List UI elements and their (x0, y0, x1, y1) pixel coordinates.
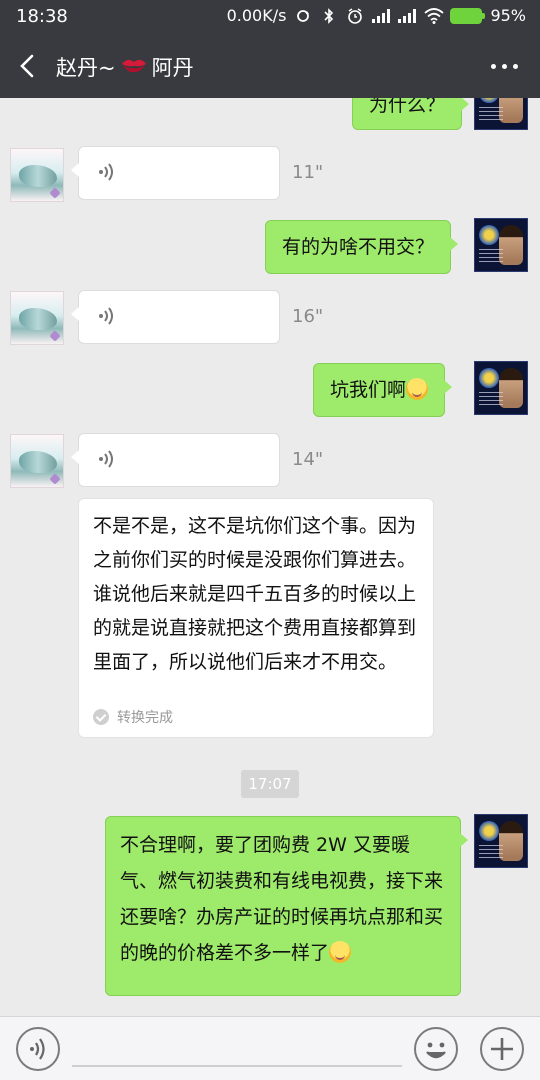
signal-icon (398, 8, 417, 23)
kiss-mark-emoji (120, 55, 148, 80)
message-text: 为什么？ (369, 98, 446, 116)
message-text: 坑我们啊 (330, 379, 407, 401)
message-text: 有的为啥不用交？ (282, 236, 435, 258)
self-avatar[interactable] (474, 361, 528, 415)
laugh-tears-emoji (406, 378, 429, 400)
sent-message[interactable]: 不合理啊，要了团购费 2W 又要暖气、燃气初装费和有线电视费，接下来还要啥？办房… (105, 816, 468, 996)
self-avatar[interactable] (474, 98, 528, 130)
sent-message[interactable]: 坑我们啊 (313, 363, 453, 417)
self-avatar[interactable] (474, 218, 528, 272)
voice-wave-icon (99, 163, 113, 181)
chat-header: 赵丹~ 阿丹 (0, 34, 540, 98)
transcript-status: 转换完成 (93, 707, 173, 727)
network-speed: 0.00K/s (226, 6, 287, 25)
contact-avatar[interactable] (10, 148, 64, 202)
self-avatar[interactable] (474, 814, 528, 868)
signal-icon (372, 8, 391, 23)
bluetooth-icon (320, 7, 338, 24)
voice-wave-icon (99, 450, 113, 468)
message-text: 不合理啊，要了团购费 2W 又要暖气、燃气初装费和有线电视费，接下来还要啥？办房… (120, 834, 444, 964)
check-icon (93, 709, 109, 725)
chevron-left-icon[interactable] (14, 52, 42, 80)
voice-input-icon[interactable] (16, 1027, 60, 1071)
plus-icon[interactable] (480, 1027, 524, 1071)
chat-area[interactable]: 为什么？ 11" 有的为啥不用交？ 16" 坑我们啊 14" 不是不是，这不是坑… (0, 98, 540, 1016)
transcript-status-label: 转换完成 (117, 710, 173, 726)
voice-message[interactable] (71, 433, 280, 487)
contact-avatar[interactable] (10, 434, 64, 488)
smirk-emoji (329, 941, 352, 963)
voice-duration: 14" (292, 449, 324, 470)
more-dots-icon[interactable] (491, 64, 518, 69)
voice-message[interactable] (71, 290, 280, 344)
wifi-icon (424, 7, 445, 24)
voice-wave-icon (99, 307, 113, 325)
time-divider: 17:07 (241, 770, 299, 798)
sent-message[interactable]: 有的为啥不用交？ (265, 220, 459, 274)
alarm-icon (346, 7, 364, 24)
contact-avatar[interactable] (10, 291, 64, 345)
battery-icon (450, 7, 486, 24)
battery-percent: 95% (490, 6, 526, 25)
sync-icon (294, 8, 312, 24)
clock: 18:38 (16, 6, 68, 27)
input-bar (0, 1016, 540, 1080)
status-bar: 18:38 0.00K/s 95% (0, 0, 540, 34)
voice-message[interactable] (71, 146, 280, 200)
message-input[interactable] (72, 1065, 402, 1067)
chat-title: 赵丹~ 阿丹 (56, 52, 194, 82)
contact-name-part1: 赵丹~ (56, 56, 116, 80)
transcript-text: 不是不是，这不是坑你们这个事。因为之前你们买的时候是没跟你们算进去。谁说他后来就… (93, 515, 417, 673)
contact-name-part2: 阿丹 (151, 56, 194, 80)
voice-transcript[interactable]: 不是不是，这不是坑你们这个事。因为之前你们买的时候是没跟你们算进去。谁说他后来就… (78, 498, 434, 738)
status-icons: 0.00K/s 95% (227, 6, 526, 25)
emoji-icon[interactable] (414, 1027, 458, 1071)
voice-duration: 16" (292, 306, 324, 327)
sent-message[interactable]: 为什么？ (352, 98, 470, 130)
voice-duration: 11" (292, 162, 324, 183)
